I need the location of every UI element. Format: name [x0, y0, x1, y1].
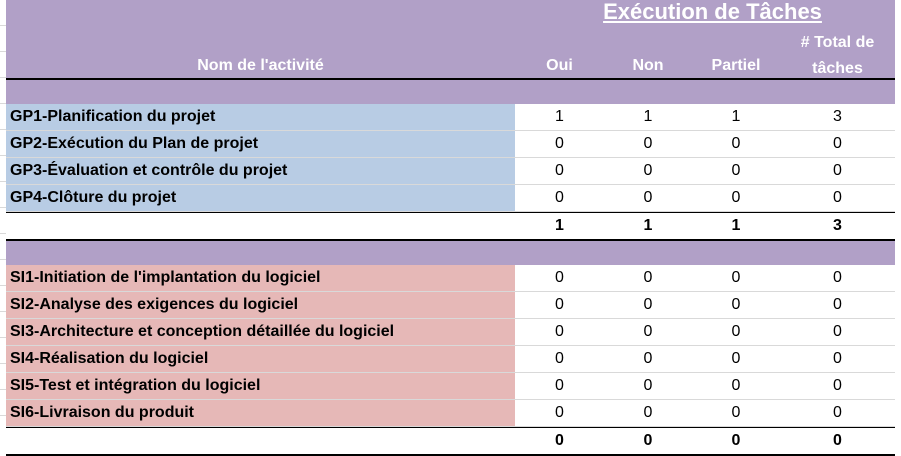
- header-total-line1: # Total de: [800, 34, 875, 51]
- table-row[interactable]: GP4-Clôture du projet 0 0 0 0: [6, 185, 895, 212]
- partiel-cell[interactable]: 0: [692, 292, 780, 318]
- activity-name-cell[interactable]: GP4-Clôture du projet: [6, 185, 515, 211]
- non-cell[interactable]: 0: [604, 292, 692, 318]
- total-cell[interactable]: 0: [780, 131, 895, 157]
- activity-name-cell[interactable]: GP2-Exécution du Plan de projet: [6, 131, 515, 157]
- total-cell[interactable]: 3: [780, 104, 895, 130]
- partiel-cell[interactable]: 0: [692, 265, 780, 291]
- table-header: Exécution de Tâches Nom de l'activité Ou…: [6, 0, 895, 80]
- total-cell[interactable]: 0: [780, 346, 895, 372]
- oui-cell[interactable]: 0: [515, 185, 604, 211]
- header-non[interactable]: Non: [604, 57, 692, 75]
- activity-name-cell[interactable]: SI4-Réalisation du logiciel: [6, 346, 515, 372]
- non-total-cell[interactable]: 0: [604, 428, 692, 454]
- activity-name-cell[interactable]: SI2-Analyse des exigences du logiciel: [6, 292, 515, 318]
- table-row[interactable]: SI6-Livraison du produit 0 0 0 0: [6, 400, 895, 427]
- partiel-cell[interactable]: 0: [692, 185, 780, 211]
- table-row[interactable]: SI2-Analyse des exigences du logiciel 0 …: [6, 292, 895, 319]
- total-cell[interactable]: 0: [780, 185, 895, 211]
- oui-cell[interactable]: 0: [515, 158, 604, 184]
- total-cell[interactable]: 0: [780, 265, 895, 291]
- section-spacer-gp[interactable]: [6, 80, 895, 104]
- oui-cell[interactable]: 1: [515, 104, 604, 130]
- section-spacer-si[interactable]: [6, 241, 895, 265]
- total-cell[interactable]: 0: [780, 292, 895, 318]
- table-row[interactable]: SI3-Architecture et conception détaillée…: [6, 319, 895, 346]
- header-partiel[interactable]: Partiel: [692, 57, 780, 75]
- partiel-total-cell[interactable]: 0: [692, 428, 780, 454]
- total-total-cell[interactable]: 3: [780, 213, 895, 239]
- non-cell[interactable]: 0: [604, 346, 692, 372]
- partiel-cell[interactable]: 0: [692, 131, 780, 157]
- partiel-cell[interactable]: 0: [692, 373, 780, 399]
- oui-cell[interactable]: 0: [515, 292, 604, 318]
- header-total-taches[interactable]: # Total de tâches: [780, 30, 895, 82]
- total-cell[interactable]: 0: [780, 373, 895, 399]
- activity-name-cell[interactable]: SI3-Architecture et conception détaillée…: [6, 319, 515, 345]
- total-cell[interactable]: 0: [780, 158, 895, 184]
- non-cell[interactable]: 0: [604, 373, 692, 399]
- oui-cell[interactable]: 0: [515, 400, 604, 426]
- table-row[interactable]: SI5-Test et intégration du logiciel 0 0 …: [6, 373, 895, 400]
- table-row[interactable]: SI1-Initiation de l'implantation du logi…: [6, 265, 895, 292]
- activity-name-cell[interactable]: GP3-Évaluation et contrôle du projet: [6, 158, 515, 184]
- table-row[interactable]: GP3-Évaluation et contrôle du projet 0 0…: [6, 158, 895, 185]
- total-label-cell[interactable]: [6, 428, 515, 454]
- spreadsheet-table: Exécution de Tâches Nom de l'activité Ou…: [6, 0, 895, 456]
- activity-name-cell[interactable]: SI5-Test et intégration du logiciel: [6, 373, 515, 399]
- activity-name-cell[interactable]: SI1-Initiation de l'implantation du logi…: [6, 265, 515, 291]
- partiel-cell[interactable]: 0: [692, 319, 780, 345]
- non-cell[interactable]: 1: [604, 104, 692, 130]
- non-cell[interactable]: 0: [604, 158, 692, 184]
- total-total-cell[interactable]: 0: [780, 428, 895, 454]
- partiel-cell[interactable]: 0: [692, 346, 780, 372]
- gp-total-row[interactable]: 1 1 1 3: [6, 212, 895, 241]
- partiel-total-cell[interactable]: 1: [692, 213, 780, 239]
- partiel-cell[interactable]: 0: [692, 158, 780, 184]
- activity-name-cell[interactable]: SI6-Livraison du produit: [6, 400, 515, 426]
- non-cell[interactable]: 0: [604, 131, 692, 157]
- non-cell[interactable]: 0: [604, 185, 692, 211]
- oui-cell[interactable]: 0: [515, 131, 604, 157]
- header-activity-name[interactable]: Nom de l'activité: [6, 57, 515, 75]
- table-row[interactable]: GP1-Planification du projet 1 1 1 3: [6, 104, 895, 131]
- total-cell[interactable]: 0: [780, 319, 895, 345]
- total-cell[interactable]: 0: [780, 400, 895, 426]
- oui-total-cell[interactable]: 1: [515, 213, 604, 239]
- header-total-line2: tâches: [812, 60, 863, 77]
- activity-name-cell[interactable]: GP1-Planification du projet: [6, 104, 515, 130]
- non-cell[interactable]: 0: [604, 319, 692, 345]
- table-title[interactable]: Exécution de Tâches: [524, 0, 901, 25]
- header-oui[interactable]: Oui: [515, 57, 604, 75]
- si-total-row[interactable]: 0 0 0 0: [6, 427, 895, 456]
- table-row[interactable]: GP2-Exécution du Plan de projet 0 0 0 0: [6, 131, 895, 158]
- table-row[interactable]: SI4-Réalisation du logiciel 0 0 0 0: [6, 346, 895, 373]
- oui-cell[interactable]: 0: [515, 346, 604, 372]
- oui-cell[interactable]: 0: [515, 265, 604, 291]
- partiel-cell[interactable]: 0: [692, 400, 780, 426]
- partiel-cell[interactable]: 1: [692, 104, 780, 130]
- total-label-cell[interactable]: [6, 213, 515, 239]
- oui-total-cell[interactable]: 0: [515, 428, 604, 454]
- oui-cell[interactable]: 0: [515, 319, 604, 345]
- non-cell[interactable]: 0: [604, 400, 692, 426]
- non-cell[interactable]: 0: [604, 265, 692, 291]
- oui-cell[interactable]: 0: [515, 373, 604, 399]
- non-total-cell[interactable]: 1: [604, 213, 692, 239]
